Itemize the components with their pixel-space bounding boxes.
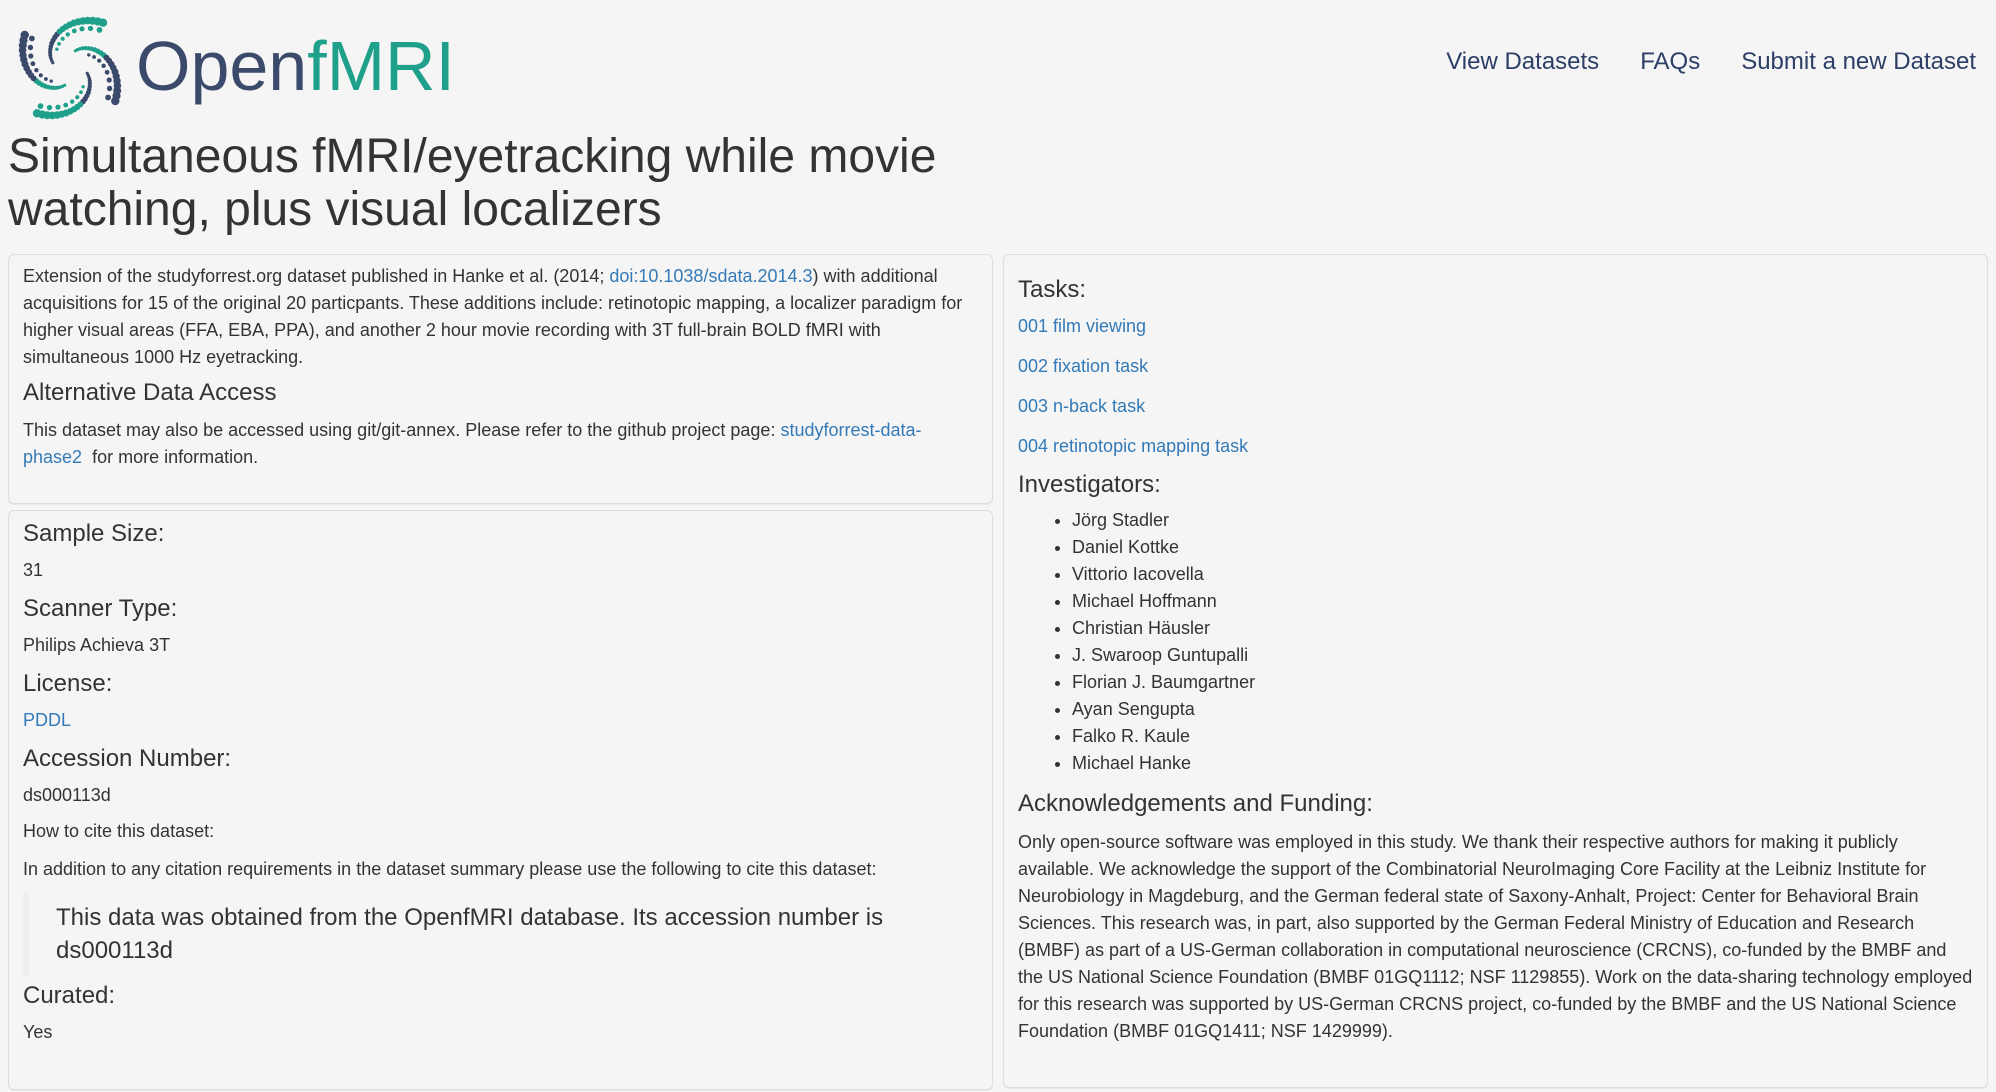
doi-link[interactable]: doi:10.1038/sdata.2014.3 — [609, 266, 812, 286]
cite-text: In addition to any citation requirements… — [23, 859, 877, 879]
sample-size-label: Sample Size: — [23, 520, 165, 547]
scanner-type-value: Philips Achieva 3T — [23, 635, 171, 655]
page-title: Simultaneous fMRI/eyetracking while movi… — [8, 130, 937, 236]
accession-number-value: ds000113d — [23, 785, 111, 805]
investigators-list: Jörg Stadler Daniel Kottke Vittorio Iaco… — [1018, 507, 1973, 777]
alt-access-heading: Alternative Data Access — [23, 379, 277, 406]
brand-name[interactable]: OpenfMRI — [136, 24, 455, 108]
license-link[interactable]: PDDL — [23, 708, 978, 732]
metadata-panel: Sample Size: 31 Scanner Type: Philips Ac… — [8, 510, 993, 1090]
description-panel: Extension of the studyforrest.org datase… — [8, 254, 993, 504]
brand-fmri: fMRI — [307, 27, 456, 105]
curated-value: Yes — [23, 1022, 53, 1042]
scanner-type-label: Scanner Type: — [23, 595, 178, 622]
task-link[interactable]: 002 fixation task — [1018, 354, 1973, 378]
accession-number-label: Accession Number: — [23, 745, 232, 772]
acknowledgements-text: Only open-source software was employed i… — [1018, 832, 1973, 1041]
brand-open: Open — [136, 27, 308, 105]
nav-view-datasets[interactable]: View Datasets — [1446, 48, 1599, 76]
description-text-start: Extension of the studyforrest.org datase… — [23, 266, 610, 286]
description-text: Extension of the studyforrest.org datase… — [23, 263, 978, 371]
tasks-label: Tasks: — [1018, 276, 1087, 303]
openfmri-logo-icon[interactable] — [10, 8, 130, 126]
alt-access-text: This dataset may also be accessed using … — [23, 417, 978, 471]
investigators-label: Investigators: — [1018, 471, 1161, 498]
license-label: License: — [23, 670, 113, 697]
alt-access-text-start: This dataset may also be accessed using … — [23, 420, 781, 440]
top-nav: View Datasets FAQs Submit a new Dataset — [1446, 48, 1976, 76]
nav-submit-dataset[interactable]: Submit a new Dataset — [1741, 48, 1976, 76]
list-item: J. Swaroop Guntupalli — [1072, 642, 1973, 669]
list-item: Ayan Sengupta — [1072, 696, 1973, 723]
list-item: Jörg Stadler — [1072, 507, 1973, 534]
curated-label: Curated: — [23, 982, 116, 1009]
list-item: Daniel Kottke — [1072, 534, 1973, 561]
task-link[interactable]: 003 n-back task — [1018, 394, 1973, 418]
list-item: Florian J. Baumgartner — [1072, 669, 1973, 696]
task-link[interactable]: 004 retinotopic mapping task — [1018, 434, 1973, 458]
list-item: Christian Häusler — [1072, 615, 1973, 642]
site-header: OpenfMRI View Datasets FAQs Submit a new… — [0, 0, 1996, 130]
list-item: Michael Hanke — [1072, 750, 1973, 777]
details-panel: Tasks: 001 film viewing 002 fixation tas… — [1003, 254, 1988, 1088]
nav-faqs[interactable]: FAQs — [1640, 48, 1700, 76]
list-item: Vittorio Iacovella — [1072, 561, 1973, 588]
list-item: Michael Hoffmann — [1072, 588, 1973, 615]
citation-quote: This data was obtained from the OpenfMRI… — [23, 893, 978, 975]
cite-label: How to cite this dataset: — [23, 821, 215, 841]
alt-access-text-end: for more information. — [82, 447, 259, 467]
sample-size-value: 31 — [23, 560, 44, 580]
list-item: Falko R. Kaule — [1072, 723, 1973, 750]
acknowledgements-label: Acknowledgements and Funding: — [1018, 790, 1373, 817]
task-link[interactable]: 001 film viewing — [1018, 314, 1973, 338]
